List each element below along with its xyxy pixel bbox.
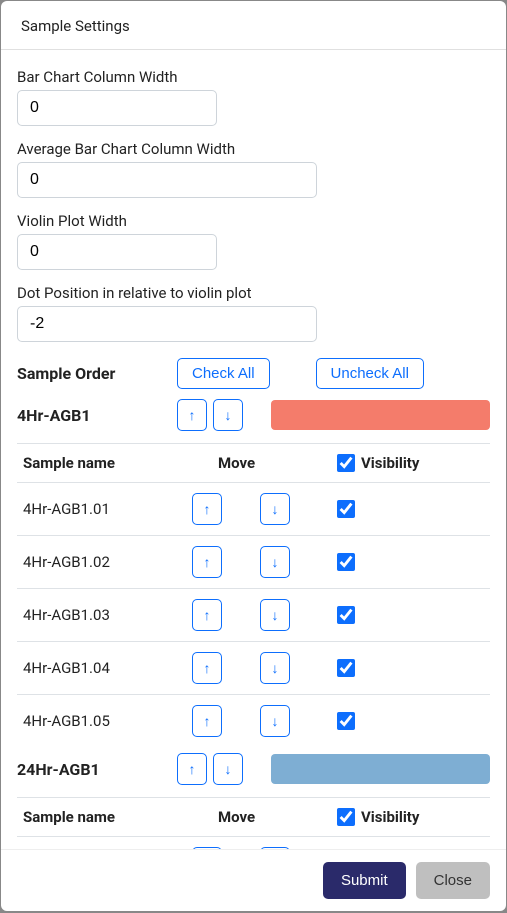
- group-name: 24Hr-AGB1: [17, 760, 177, 779]
- dot-position-input[interactable]: [17, 306, 317, 342]
- table-row: 24Hr-AGB1.01 ↑ ↓: [17, 836, 490, 849]
- group-move-down-button[interactable]: ↓: [213, 753, 243, 785]
- sample-visibility-checkbox[interactable]: [337, 606, 355, 624]
- group-move-down-button[interactable]: ↓: [213, 399, 243, 431]
- group-color-swatch[interactable]: [271, 400, 490, 430]
- sample-move-down-button[interactable]: ↓: [260, 546, 290, 578]
- sample-name: 4Hr-AGB1.01: [17, 500, 192, 518]
- sample-name: 4Hr-AGB1.04: [17, 659, 192, 677]
- sample-move-down-button[interactable]: ↓: [260, 705, 290, 737]
- table-row: 4Hr-AGB1.02 ↑ ↓: [17, 535, 490, 588]
- table-row: 4Hr-AGB1.03 ↑ ↓: [17, 588, 490, 641]
- sample-visibility-checkbox[interactable]: [337, 500, 355, 518]
- group-move-up-button[interactable]: ↑: [177, 753, 207, 785]
- sample-move-up-button[interactable]: ↑: [192, 546, 222, 578]
- avg-bar-width-input[interactable]: [17, 162, 317, 198]
- violin-width-input[interactable]: [17, 234, 217, 270]
- sample-move-down-button[interactable]: ↓: [260, 493, 290, 525]
- group-color-swatch[interactable]: [271, 754, 490, 784]
- visibility-label: Visibility: [361, 454, 419, 472]
- sample-move-up-button[interactable]: ↑: [192, 599, 222, 631]
- dot-position-label: Dot Position in relative to violin plot: [17, 284, 490, 302]
- col-header-visibility: Visibility: [337, 454, 490, 472]
- close-button[interactable]: Close: [416, 862, 490, 899]
- uncheck-all-button[interactable]: Uncheck All: [316, 358, 424, 389]
- table-row: 4Hr-AGB1.01 ↑ ↓: [17, 482, 490, 535]
- modal-header: Sample Settings: [1, 1, 506, 50]
- col-header-name: Sample name: [17, 454, 192, 472]
- bar-width-input[interactable]: [17, 90, 217, 126]
- modal-body[interactable]: Bar Chart Column Width Average Bar Chart…: [1, 50, 506, 849]
- sample-move-up-button[interactable]: ↑: [192, 705, 222, 737]
- sample-name: 4Hr-AGB1.03: [17, 606, 192, 624]
- sample-move-up-button[interactable]: ↑: [192, 493, 222, 525]
- sample-visibility-checkbox[interactable]: [337, 712, 355, 730]
- group-row: 4Hr-AGB1 ↑ ↓: [17, 399, 490, 431]
- col-header-move: Move: [192, 808, 337, 826]
- sample-order-row: Sample Order Check All Uncheck All: [17, 358, 490, 389]
- visibility-label: Visibility: [361, 808, 419, 826]
- sample-name: 4Hr-AGB1.05: [17, 712, 192, 730]
- sample-order-label: Sample Order: [17, 364, 177, 383]
- table-row: 4Hr-AGB1.05 ↑ ↓: [17, 694, 490, 747]
- sample-move-up-button[interactable]: ↑: [192, 652, 222, 684]
- table-header-row: Sample name Move Visibility: [17, 443, 490, 482]
- group-name: 4Hr-AGB1: [17, 406, 177, 425]
- bar-width-label: Bar Chart Column Width: [17, 68, 490, 86]
- table-header-row: Sample name Move Visibility: [17, 797, 490, 836]
- table-row: 4Hr-AGB1.04 ↑ ↓: [17, 641, 490, 694]
- modal-title: Sample Settings: [21, 17, 486, 35]
- avg-bar-width-label: Average Bar Chart Column Width: [17, 140, 490, 158]
- submit-button[interactable]: Submit: [323, 862, 406, 899]
- sample-visibility-checkbox[interactable]: [337, 553, 355, 571]
- modal-footer: Submit Close: [1, 849, 506, 911]
- col-header-visibility: Visibility: [337, 808, 490, 826]
- sample-move-down-button[interactable]: ↓: [260, 652, 290, 684]
- sample-move-down-button[interactable]: ↓: [260, 599, 290, 631]
- check-all-button[interactable]: Check All: [177, 358, 270, 389]
- group-visibility-checkbox[interactable]: [337, 808, 355, 826]
- col-header-name: Sample name: [17, 808, 192, 826]
- col-header-move: Move: [192, 454, 337, 472]
- violin-width-label: Violin Plot Width: [17, 212, 490, 230]
- group-row: 24Hr-AGB1 ↑ ↓: [17, 753, 490, 785]
- group-move-up-button[interactable]: ↑: [177, 399, 207, 431]
- sample-settings-modal: Sample Settings Bar Chart Column Width A…: [1, 1, 506, 911]
- sample-name: 4Hr-AGB1.02: [17, 553, 192, 571]
- group-visibility-checkbox[interactable]: [337, 454, 355, 472]
- sample-visibility-checkbox[interactable]: [337, 659, 355, 677]
